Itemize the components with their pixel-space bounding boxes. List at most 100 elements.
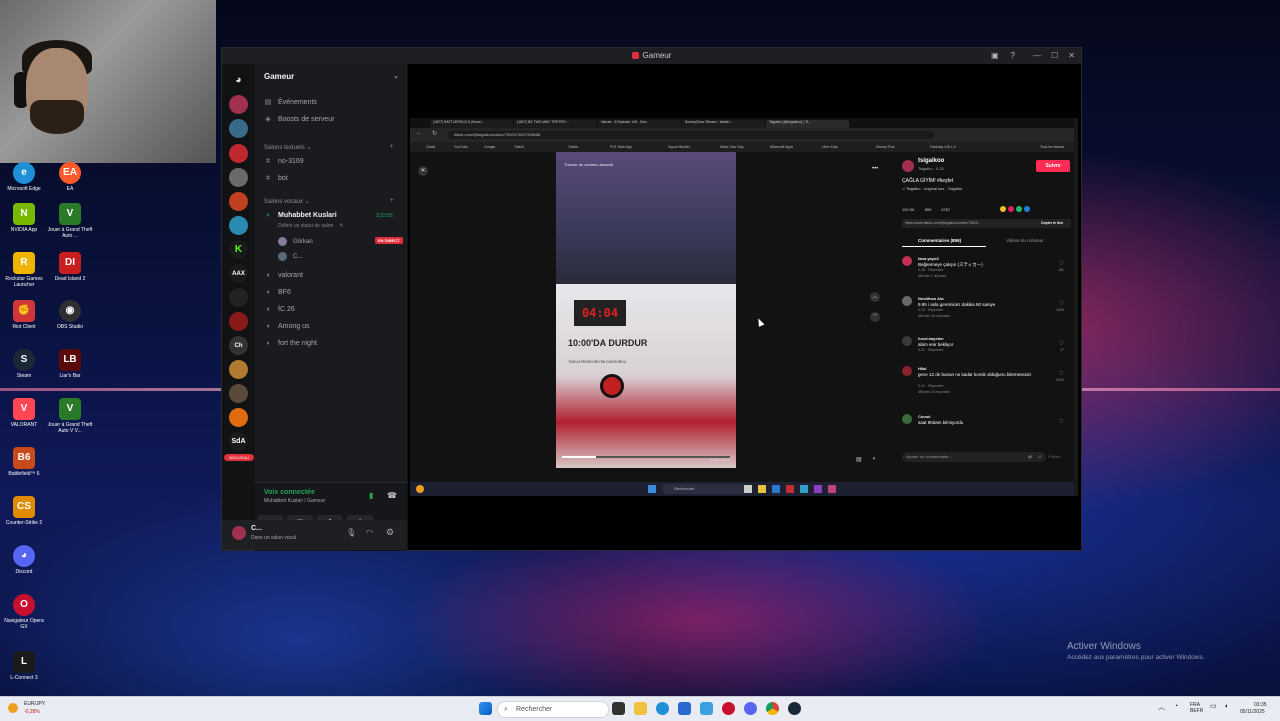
server-icon[interactable] <box>229 119 248 138</box>
windows-start-icon[interactable] <box>479 702 492 715</box>
desktop-icon-edge[interactable]: e Microsoft Edge <box>0 162 48 192</box>
comment-author[interactable]: fuvol.kayeber <box>918 336 944 341</box>
opera-icon[interactable] <box>722 702 735 715</box>
microphone-icon[interactable]: 🎙 <box>346 528 356 537</box>
weather-icon[interactable] <box>416 485 424 493</box>
comment-author[interactable]: Hilal <box>918 366 926 371</box>
avatar[interactable] <box>902 366 912 376</box>
save-count[interactable]: 6767 <box>941 207 950 212</box>
clock-time[interactable]: 03:35 <box>1254 702 1267 708</box>
taskbar-app-icon[interactable] <box>786 485 794 493</box>
bookmark[interactable]: Disney Plus <box>876 145 894 149</box>
taskbar-app-icon[interactable] <box>772 485 780 493</box>
taskbar-app-icon[interactable] <box>744 485 752 493</box>
avatar[interactable] <box>902 296 912 306</box>
avatar[interactable] <box>902 256 912 266</box>
browser-tab[interactable]: ScrimpChan Stream - Watch ... <box>682 120 765 128</box>
voice-channel-active[interactable]: ◖ Muhabbet Kuslari 3:32:55 <box>264 212 393 219</box>
mention-icon[interactable]: @ <box>1028 452 1032 462</box>
server-icon[interactable] <box>229 384 248 403</box>
view-replies-link[interactable]: Afficher 1 réponse <box>918 274 946 278</box>
bookmark[interactable]: YouTube <box>454 145 468 149</box>
bookmark[interactable]: Faktoidy v25.1.4 <box>930 145 956 149</box>
taskbar-search[interactable]: ⌕ Rechercher <box>497 701 609 718</box>
server-icon[interactable] <box>229 192 248 211</box>
arrow-down-icon[interactable]: ﹀ <box>870 312 880 322</box>
steam-icon[interactable] <box>788 702 801 715</box>
kick-server-icon[interactable]: K <box>229 240 248 259</box>
store-icon[interactable] <box>678 702 691 715</box>
view-replies-link[interactable]: Afficher 24 réponses <box>918 390 950 394</box>
reload-icon[interactable]: ↻ <box>432 130 437 137</box>
desktop-icon-battlefield[interactable]: B6 Battlefield™ 6 <box>0 447 48 477</box>
voice-status-title[interactable]: Voix connectée <box>264 489 315 496</box>
task-view-icon[interactable] <box>612 702 625 715</box>
server-boosts-item[interactable]: ◈ Boosts de serveur <box>264 115 334 124</box>
desktop-icon-valorant[interactable]: V VALORANT <box>0 398 48 428</box>
server-icon[interactable] <box>229 312 248 331</box>
chrome-icon[interactable] <box>766 702 779 715</box>
browser-tab-active[interactable]: Tsigalko (@tsigalkoo) | Ti... <box>766 120 849 128</box>
add-comment-input[interactable]: Ajouter un commentaire... @ ☺ <box>902 452 1046 462</box>
file-explorer-icon[interactable] <box>634 702 647 715</box>
bookmark[interactable]: Uber Eats <box>822 145 838 149</box>
tray-chevron-icon[interactable]: ︿ <box>1158 704 1165 711</box>
discord-icon[interactable] <box>744 702 757 715</box>
bookmark[interactable]: Twitch <box>514 145 524 149</box>
heart-icon[interactable]: ♡ <box>1059 300 1064 307</box>
desktop-icon-cs2[interactable]: CS Counter-Strike 2 <box>0 496 48 526</box>
voice-member[interactable]: Görkan EN DIRECT <box>278 237 403 246</box>
creator-handle[interactable]: tsigalkoo <box>918 158 944 164</box>
voice-channel-valorant[interactable]: ◖ valorant <box>264 272 303 279</box>
channel-status-hint[interactable]: Définir un statut de salon ✎ <box>278 223 344 229</box>
desktop-icon-opera[interactable]: O Navigateur Opera GX <box>0 594 48 630</box>
voice-channel-among-us[interactable]: ◖ Among us <box>264 323 310 330</box>
server-icon[interactable] <box>229 360 248 379</box>
add-channel-icon[interactable]: + <box>390 144 394 150</box>
tab-comments[interactable]: Commentaires (859) <box>918 238 961 243</box>
voice-channel-fc26[interactable]: ◖ fC 26 <box>264 306 295 313</box>
video-player[interactable]: Trouver du contenu associé 04:04 10:00'D… <box>556 152 736 468</box>
desktop-icon-discord[interactable]: ◕ Discord <box>0 545 48 575</box>
language-indicator[interactable]: FRA BEFR <box>1190 702 1203 714</box>
bookmark[interactable]: Tous les favoris <box>1040 145 1064 149</box>
server-icon-ch[interactable]: Ch <box>229 336 248 355</box>
vscode-icon[interactable] <box>700 702 713 715</box>
heart-icon[interactable]: ♡ <box>1059 340 1064 347</box>
inner-search-box[interactable]: Rechercher <box>662 484 748 494</box>
comment-author[interactable]: Nostilhan Ata <box>918 296 944 301</box>
bookmark[interactable]: FUT Web App <box>610 145 632 149</box>
voice-channel-fort-the-night[interactable]: ◖ fort the night <box>264 340 317 347</box>
server-icon-sda[interactable]: SdA <box>229 432 248 451</box>
close-button[interactable]: ✕ <box>1068 51 1075 60</box>
share-icon[interactable] <box>1016 206 1022 212</box>
desktop-icon-steam[interactable]: S Steam <box>0 349 48 379</box>
desktop-icon-lconnect[interactable]: L L-Connect 3 <box>0 651 48 681</box>
channel-bot[interactable]: # bot <box>264 175 288 182</box>
share-icon[interactable] <box>1024 206 1030 212</box>
captions-icon[interactable]: ▤ <box>856 456 862 463</box>
server-icon[interactable] <box>229 288 248 307</box>
server-name[interactable]: Gameur <box>264 72 294 81</box>
desktop-icon-gta-v[interactable]: V Jouer à Grand Theft Auto V V... <box>46 398 94 434</box>
post-button[interactable]: Publier <box>1048 454 1060 459</box>
video-progress-bar[interactable] <box>562 456 730 458</box>
desktop-icon-nvidia[interactable]: N NVIDIA App <box>0 203 48 233</box>
heart-icon[interactable]: ♡ <box>1059 418 1064 425</box>
browser-tab[interactable]: (1827) BATTLEFIELD 6 (Nover... <box>430 120 513 128</box>
voice-member[interactable]: C... <box>278 252 302 261</box>
wifi-icon[interactable]: ◔ <box>1174 703 1178 710</box>
desktop-icon-dead-island[interactable]: DI Dead Island 2 <box>46 252 94 282</box>
comment-count[interactable]: 859 <box>925 207 932 212</box>
bookmark[interactable]: Twitter <box>568 145 578 149</box>
chevron-down-icon[interactable]: ⌄ <box>393 72 399 80</box>
avatar[interactable] <box>902 160 914 172</box>
taskbar-app-icon[interactable] <box>814 485 822 493</box>
minimize-button[interactable]: — <box>1033 51 1041 60</box>
voice-channels-category[interactable]: Salons vocaux ⌄ + <box>264 198 394 205</box>
signal-icon[interactable]: ▮ <box>369 491 373 500</box>
close-icon[interactable]: ✕ <box>418 166 428 176</box>
heart-icon[interactable]: ♡ <box>1059 260 1064 267</box>
events-item[interactable]: ▤ Événements <box>264 98 317 107</box>
edge-icon[interactable] <box>656 702 669 715</box>
